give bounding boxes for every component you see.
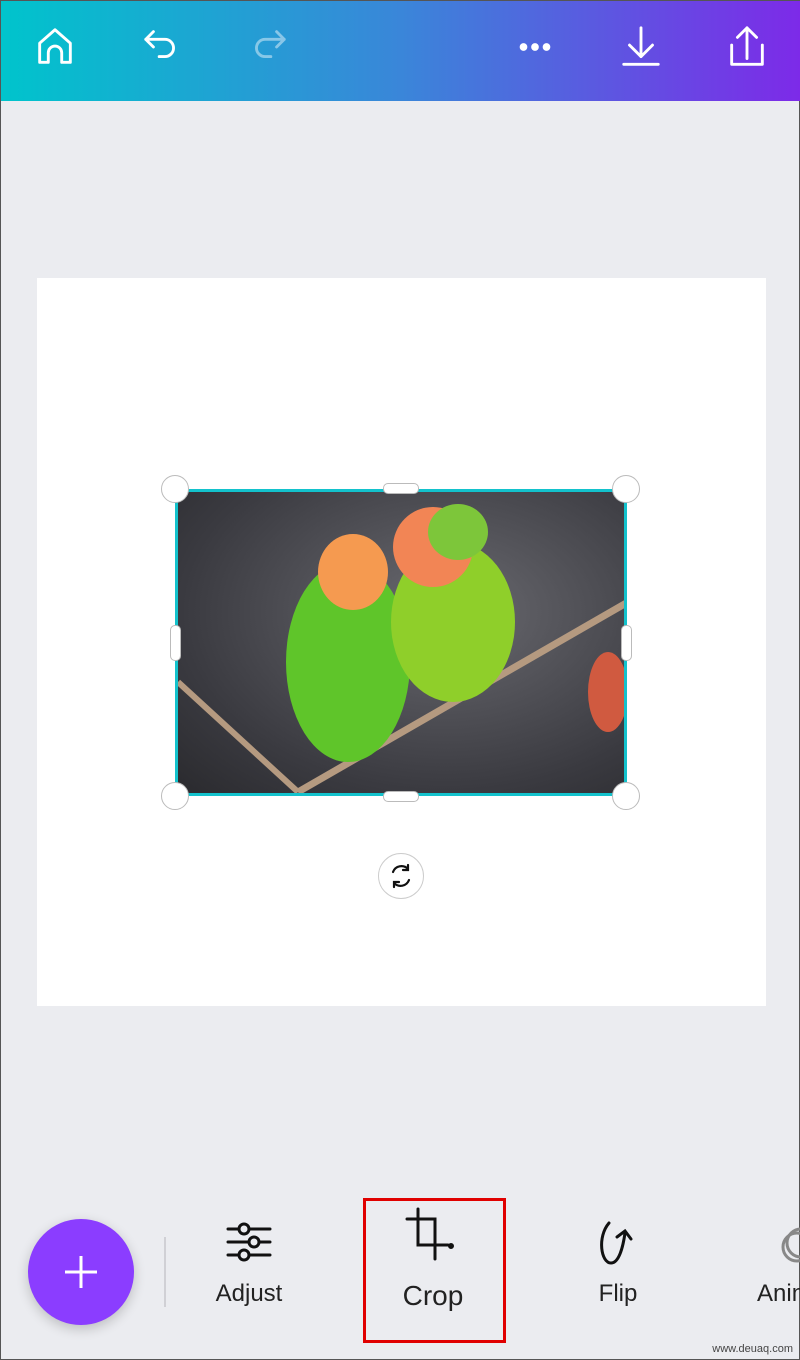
tool-flip[interactable]: Flip bbox=[573, 1219, 663, 1308]
redo-icon[interactable] bbox=[241, 23, 293, 71]
plus-icon bbox=[65, 1256, 97, 1288]
resize-handle-top-right[interactable] bbox=[612, 475, 640, 503]
sliders-icon bbox=[226, 1222, 272, 1262]
resize-handle-top-left[interactable] bbox=[161, 475, 189, 503]
tool-label: Anim bbox=[757, 1280, 800, 1307]
crop-highlight-box bbox=[363, 1198, 506, 1343]
download-icon[interactable] bbox=[615, 23, 667, 71]
home-icon[interactable] bbox=[29, 23, 81, 71]
rotate-icon[interactable] bbox=[378, 853, 424, 899]
animate-icon bbox=[781, 1227, 800, 1263]
resize-handle-top[interactable] bbox=[383, 483, 419, 494]
resize-handle-bottom[interactable] bbox=[383, 791, 419, 802]
tool-adjust[interactable]: Adjust bbox=[204, 1219, 294, 1308]
top-bar bbox=[1, 1, 800, 101]
tool-animate[interactable]: Anim bbox=[757, 1219, 800, 1308]
divider bbox=[164, 1237, 166, 1307]
resize-handle-right[interactable] bbox=[621, 625, 632, 661]
tool-label: Adjust bbox=[215, 1280, 283, 1307]
tool-label: Flip bbox=[598, 1280, 638, 1307]
flip-icon bbox=[600, 1221, 633, 1265]
more-icon[interactable] bbox=[509, 23, 561, 71]
resize-handle-bottom-left[interactable] bbox=[161, 782, 189, 810]
share-icon[interactable] bbox=[721, 23, 773, 71]
undo-icon[interactable] bbox=[137, 23, 189, 71]
resize-handle-left[interactable] bbox=[170, 625, 181, 661]
watermark: www.deuaq.com bbox=[712, 1343, 793, 1355]
selected-image[interactable] bbox=[175, 489, 627, 796]
add-button[interactable] bbox=[28, 1219, 134, 1325]
resize-handle-bottom-right[interactable] bbox=[612, 782, 640, 810]
